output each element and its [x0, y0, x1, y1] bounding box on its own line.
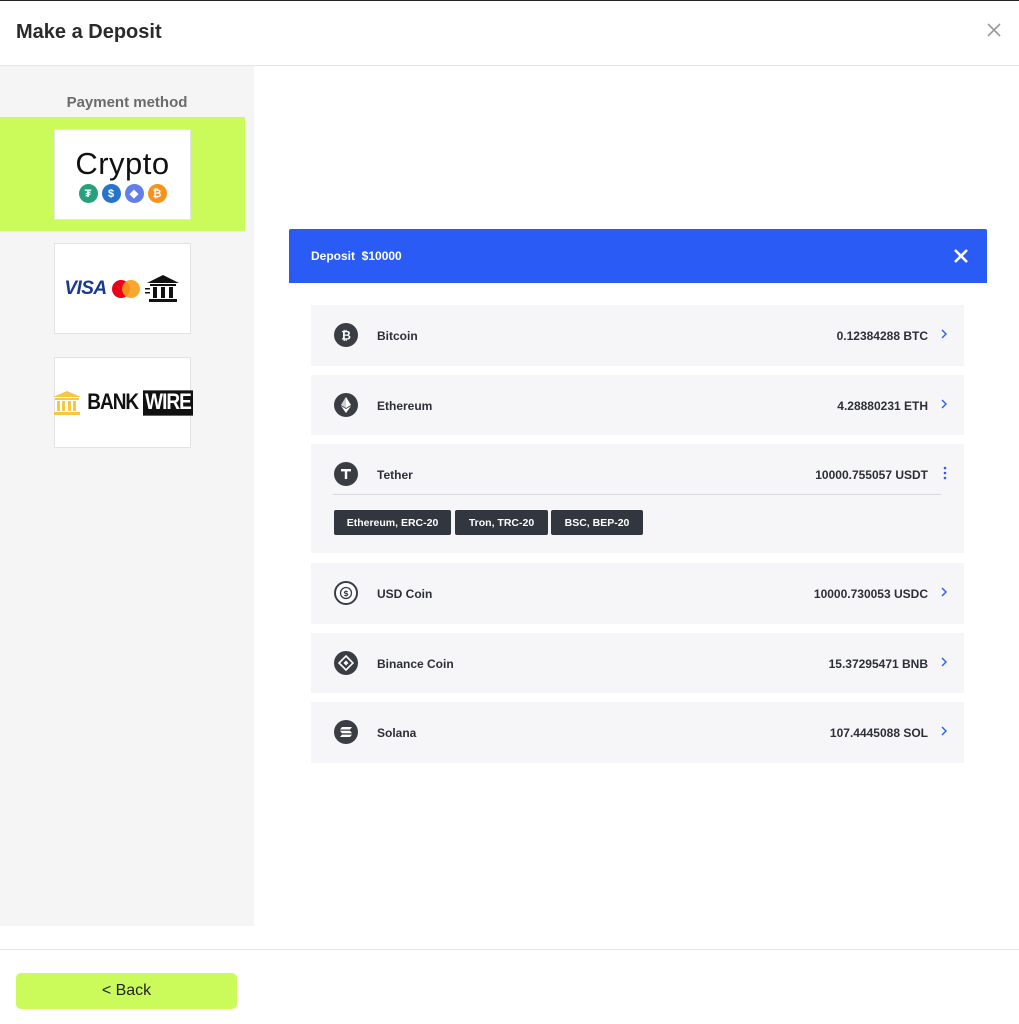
- payment-method-sidebar: Payment method Crypto ₮ $ ◆ ₿ VISA BANK …: [0, 66, 254, 926]
- tether-icon: ₮: [78, 184, 98, 203]
- coin-row-usdc[interactable]: $ USD Coin 10000.730053 USDC: [311, 563, 964, 624]
- usdc-icon: $: [334, 581, 358, 605]
- solana-icon: [334, 720, 358, 744]
- card-logo-card: VISA: [54, 243, 191, 334]
- bnb-icon: [334, 651, 358, 675]
- svg-text:₿: ₿: [341, 329, 351, 343]
- card-logos: VISA: [64, 274, 180, 304]
- divider: [333, 494, 941, 495]
- wire-word: WIRE: [143, 389, 193, 416]
- bankwire-logo: BANK WIRE: [52, 389, 193, 416]
- coin-name: Ethereum: [377, 399, 433, 413]
- back-button[interactable]: < Back: [16, 973, 237, 1009]
- coin-row-ethereum[interactable]: Ethereum 4.28880231 ETH: [311, 375, 964, 435]
- network-button-erc20[interactable]: Ethereum, ERC-20: [334, 510, 451, 535]
- svg-text:$: $: [343, 589, 349, 598]
- coin-row-tether[interactable]: Tether 10000.755057 USDT Ethereum, ERC-2…: [311, 444, 964, 553]
- chevron-right-icon: [941, 657, 947, 667]
- coin-name: Tether: [377, 468, 413, 482]
- bankwire-logo-card: BANK WIRE: [52, 357, 193, 448]
- more-vertical-icon[interactable]: [942, 466, 948, 480]
- coin-amount: 15.37295471 BNB: [828, 657, 928, 671]
- bank-icon: [144, 274, 179, 302]
- payment-method-title: Payment method: [66, 94, 188, 111]
- coin-amount: 10000.730053 USDC: [813, 587, 928, 601]
- bank-building-icon: [53, 390, 82, 415]
- modal-header: Make a Deposit: [0, 1, 1019, 66]
- payment-method-bankwire[interactable]: BANK WIRE: [0, 345, 245, 459]
- coin-amount: 4.28880231 ETH: [837, 399, 928, 413]
- payment-method-crypto[interactable]: Crypto ₮ $ ◆ ₿: [0, 117, 245, 231]
- chevron-right-icon: [941, 726, 947, 736]
- deposit-amount-title: Deposit $10000: [311, 249, 402, 263]
- crypto-logo-text: Crypto: [75, 146, 170, 181]
- coin-amount: 0.12384288 BTC: [836, 329, 928, 343]
- crypto-coin-icons: ₮ $ ◆ ₿: [78, 184, 167, 203]
- usdc-icon: $: [101, 184, 121, 203]
- crypto-logo-card: Crypto ₮ $ ◆ ₿: [54, 129, 191, 220]
- coin-row-bnb[interactable]: Binance Coin 15.37295471 BNB: [311, 633, 964, 693]
- bank-word: BANK: [87, 389, 139, 414]
- coin-amount: 10000.755057 USDT: [815, 468, 928, 482]
- chevron-right-icon: [941, 587, 947, 597]
- coin-amount: 107.4445088 SOL: [829, 726, 928, 740]
- network-button-trc20[interactable]: Tron, TRC-20: [455, 510, 548, 535]
- bitcoin-icon: ₿: [147, 184, 167, 203]
- chevron-right-icon: [941, 329, 947, 339]
- coin-name: USD Coin: [377, 587, 433, 601]
- ethereum-icon: ◆: [124, 184, 144, 203]
- close-icon[interactable]: [983, 19, 1005, 41]
- visa-logo: VISA: [64, 277, 107, 299]
- chevron-right-icon: [941, 399, 947, 409]
- tether-icon: [334, 462, 358, 486]
- bitcoin-icon: ₿: [334, 323, 358, 347]
- ethereum-icon: [334, 393, 358, 417]
- mastercard-icon: [111, 279, 140, 298]
- coin-row-bitcoin[interactable]: ₿ Bitcoin 0.12384288 BTC: [311, 305, 964, 366]
- deposit-panel-header: Deposit $10000: [289, 229, 987, 283]
- close-icon[interactable]: [952, 247, 970, 265]
- coin-row-solana[interactable]: Solana 107.4445088 SOL: [311, 702, 964, 763]
- coin-name: Bitcoin: [377, 329, 418, 343]
- coin-name: Solana: [377, 726, 417, 740]
- payment-method-card[interactable]: VISA: [0, 231, 245, 345]
- footer-divider: [0, 949, 1019, 950]
- page-title: Make a Deposit: [16, 21, 162, 43]
- network-button-bep20[interactable]: BSC, BEP-20: [551, 510, 643, 535]
- coin-name: Binance Coin: [377, 657, 454, 671]
